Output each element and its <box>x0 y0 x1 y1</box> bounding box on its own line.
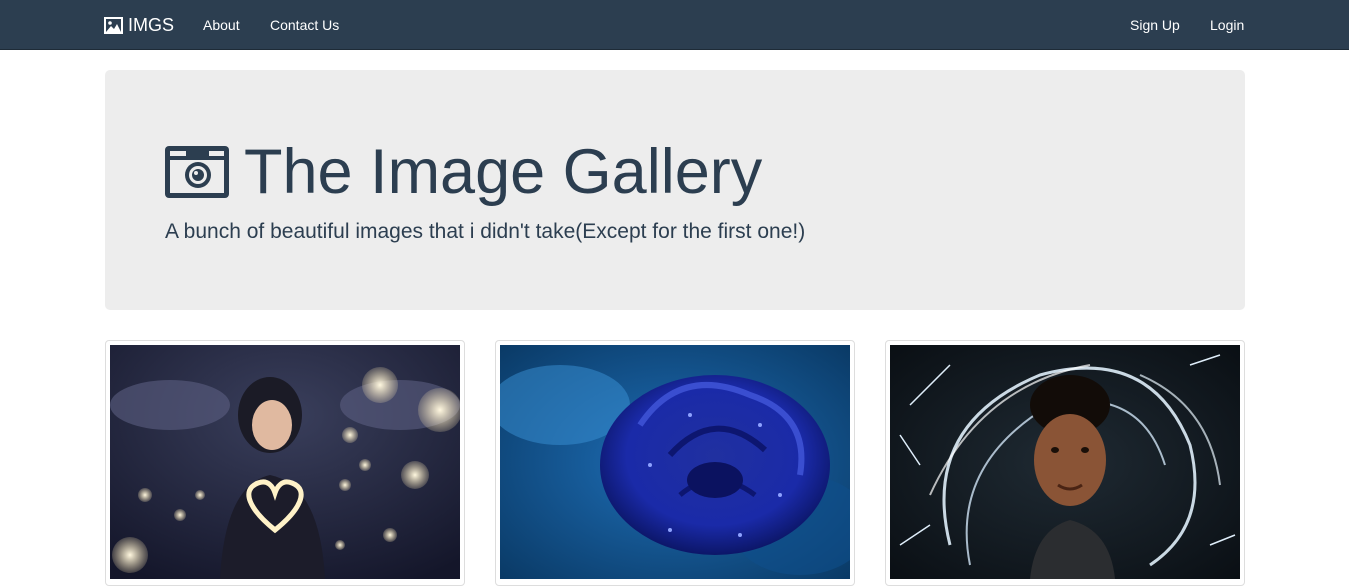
page-title: The Image Gallery <box>165 137 763 207</box>
gallery-image-heart-lights <box>110 345 460 579</box>
nav-about-link[interactable]: About <box>203 16 240 34</box>
jumbotron: The Image Gallery A bunch of beautiful i… <box>105 70 1245 310</box>
gallery-thumbnail[interactable] <box>495 340 855 586</box>
picture-icon <box>104 16 123 34</box>
brand-label: IMGS <box>128 14 175 35</box>
navbar: IMGS About Contact Us Sign Up Login <box>0 0 1349 50</box>
page-title-text: The Image Gallery <box>244 137 763 207</box>
gallery-thumbnail[interactable] <box>105 340 465 586</box>
gallery-image-sparkler-portrait <box>890 345 1240 579</box>
gallery-thumbnail[interactable] <box>885 340 1245 586</box>
brand-link[interactable]: IMGS <box>104 15 174 35</box>
gallery-image-blue-rose <box>500 345 850 579</box>
nav-contact-link[interactable]: Contact Us <box>270 16 339 34</box>
page-subtitle: A bunch of beautiful images that i didn'… <box>165 220 806 243</box>
nav-signup-link[interactable]: Sign Up <box>1130 16 1180 34</box>
camera-icon <box>165 146 229 198</box>
nav-login-link[interactable]: Login <box>1210 16 1244 34</box>
